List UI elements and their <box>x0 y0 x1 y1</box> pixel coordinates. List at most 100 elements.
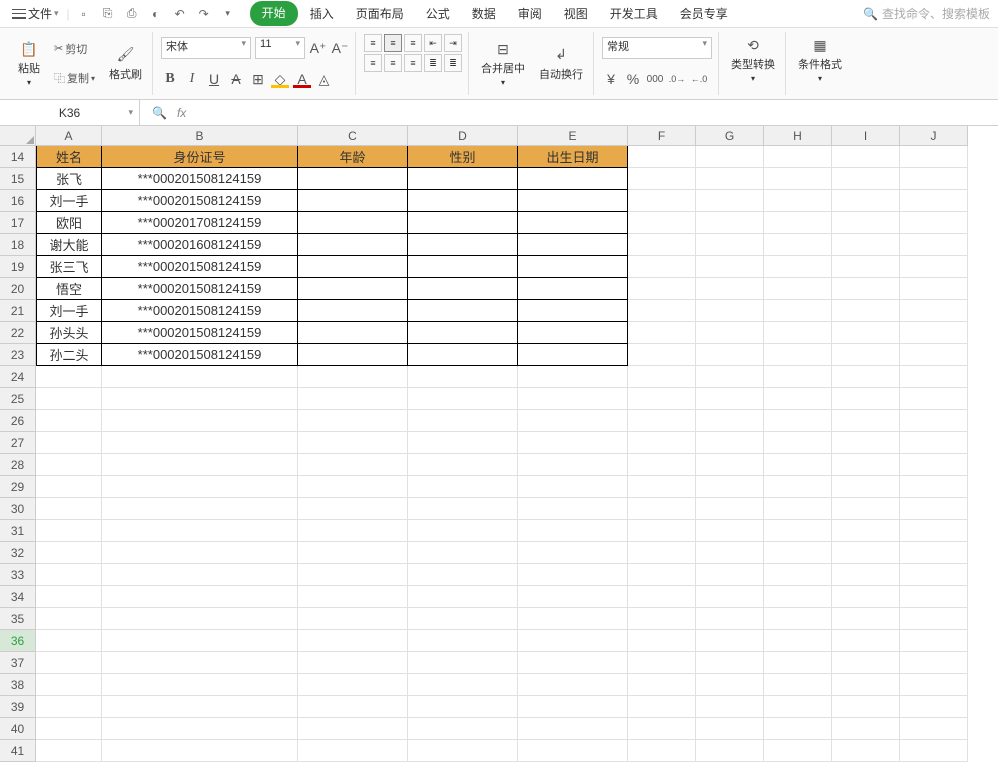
cell-I22[interactable] <box>832 322 900 344</box>
cell-H18[interactable] <box>764 234 832 256</box>
cell-G26[interactable] <box>696 410 764 432</box>
cell-G27[interactable] <box>696 432 764 454</box>
cell-J19[interactable] <box>900 256 968 278</box>
cell-C17[interactable] <box>298 212 408 234</box>
cell-I37[interactable] <box>832 652 900 674</box>
row-header-18[interactable]: 18 <box>0 234 36 256</box>
cell-D39[interactable] <box>408 696 518 718</box>
cell-J21[interactable] <box>900 300 968 322</box>
cell-A22[interactable]: 孙头头 <box>36 322 102 344</box>
cell-F25[interactable] <box>628 388 696 410</box>
cell-E34[interactable] <box>518 586 628 608</box>
cell-C32[interactable] <box>298 542 408 564</box>
cell-A20[interactable]: 悟空 <box>36 278 102 300</box>
cell-A19[interactable]: 张三飞 <box>36 256 102 278</box>
cell-C21[interactable] <box>298 300 408 322</box>
indent-decrease[interactable]: ⇤ <box>424 34 442 52</box>
row-header-19[interactable]: 19 <box>0 256 36 278</box>
cell-F18[interactable] <box>628 234 696 256</box>
cell-E31[interactable] <box>518 520 628 542</box>
cell-C23[interactable] <box>298 344 408 366</box>
align-bottom-right[interactable]: ≡ <box>404 54 422 72</box>
cell-D30[interactable] <box>408 498 518 520</box>
cell-A16[interactable]: 刘一手 <box>36 190 102 212</box>
strikethrough-button[interactable]: A <box>227 70 245 88</box>
cell-G34[interactable] <box>696 586 764 608</box>
cell-F37[interactable] <box>628 652 696 674</box>
cell-D21[interactable] <box>408 300 518 322</box>
cell-E17[interactable] <box>518 212 628 234</box>
cell-H16[interactable] <box>764 190 832 212</box>
merge-center-button[interactable]: ⊟合并居中▾ <box>477 34 529 93</box>
cell-F21[interactable] <box>628 300 696 322</box>
cell-G23[interactable] <box>696 344 764 366</box>
cell-B28[interactable] <box>102 454 298 476</box>
cell-C19[interactable] <box>298 256 408 278</box>
cell-C38[interactable] <box>298 674 408 696</box>
cell-E40[interactable] <box>518 718 628 740</box>
cell-B29[interactable] <box>102 476 298 498</box>
cell-H32[interactable] <box>764 542 832 564</box>
cell-J40[interactable] <box>900 718 968 740</box>
preview-icon[interactable]: ◐ <box>146 4 166 24</box>
row-header-40[interactable]: 40 <box>0 718 36 740</box>
cell-J17[interactable] <box>900 212 968 234</box>
cell-F20[interactable] <box>628 278 696 300</box>
cell-G40[interactable] <box>696 718 764 740</box>
cell-I30[interactable] <box>832 498 900 520</box>
cell-G21[interactable] <box>696 300 764 322</box>
cell-G39[interactable] <box>696 696 764 718</box>
cell-I15[interactable] <box>832 168 900 190</box>
cell-C25[interactable] <box>298 388 408 410</box>
cell-C27[interactable] <box>298 432 408 454</box>
cell-E24[interactable] <box>518 366 628 388</box>
tab-视图[interactable]: 视图 <box>554 1 598 26</box>
cell-I33[interactable] <box>832 564 900 586</box>
cell-H33[interactable] <box>764 564 832 586</box>
cell-F40[interactable] <box>628 718 696 740</box>
cell-H30[interactable] <box>764 498 832 520</box>
cell-B40[interactable] <box>102 718 298 740</box>
wrap-text-button[interactable]: ↲自动换行 <box>535 34 587 93</box>
cell-A33[interactable] <box>36 564 102 586</box>
cell-C22[interactable] <box>298 322 408 344</box>
undo-icon[interactable]: ↶ <box>170 4 190 24</box>
cell-D24[interactable] <box>408 366 518 388</box>
cell-B26[interactable] <box>102 410 298 432</box>
cell-H15[interactable] <box>764 168 832 190</box>
cell-F34[interactable] <box>628 586 696 608</box>
cell-C29[interactable] <box>298 476 408 498</box>
copy-button[interactable]: ⿻复制▾ <box>50 68 99 88</box>
cell-A31[interactable] <box>36 520 102 542</box>
cell-C20[interactable] <box>298 278 408 300</box>
align-justify[interactable]: ≣ <box>424 54 442 72</box>
cell-G14[interactable] <box>696 146 764 168</box>
decrease-decimal-icon[interactable]: ←.0 <box>690 70 708 88</box>
percent-icon[interactable]: % <box>624 70 642 88</box>
cell-H41[interactable] <box>764 740 832 762</box>
cell-J24[interactable] <box>900 366 968 388</box>
cell-F30[interactable] <box>628 498 696 520</box>
fx-icon[interactable]: fx <box>177 106 186 120</box>
open-icon[interactable]: ⎘ <box>98 4 118 24</box>
row-header-21[interactable]: 21 <box>0 300 36 322</box>
cell-G31[interactable] <box>696 520 764 542</box>
cell-C34[interactable] <box>298 586 408 608</box>
row-header-30[interactable]: 30 <box>0 498 36 520</box>
cell-E23[interactable] <box>518 344 628 366</box>
cell-J28[interactable] <box>900 454 968 476</box>
cell-J15[interactable] <box>900 168 968 190</box>
cell-G33[interactable] <box>696 564 764 586</box>
cell-D40[interactable] <box>408 718 518 740</box>
cell-D20[interactable] <box>408 278 518 300</box>
cell-J39[interactable] <box>900 696 968 718</box>
cell-C15[interactable] <box>298 168 408 190</box>
cell-B22[interactable]: ***000201508124159 <box>102 322 298 344</box>
cell-F26[interactable] <box>628 410 696 432</box>
cell-B19[interactable]: ***000201508124159 <box>102 256 298 278</box>
cell-H35[interactable] <box>764 608 832 630</box>
cell-D34[interactable] <box>408 586 518 608</box>
formula-input[interactable] <box>198 100 998 125</box>
cell-J14[interactable] <box>900 146 968 168</box>
cell-F31[interactable] <box>628 520 696 542</box>
